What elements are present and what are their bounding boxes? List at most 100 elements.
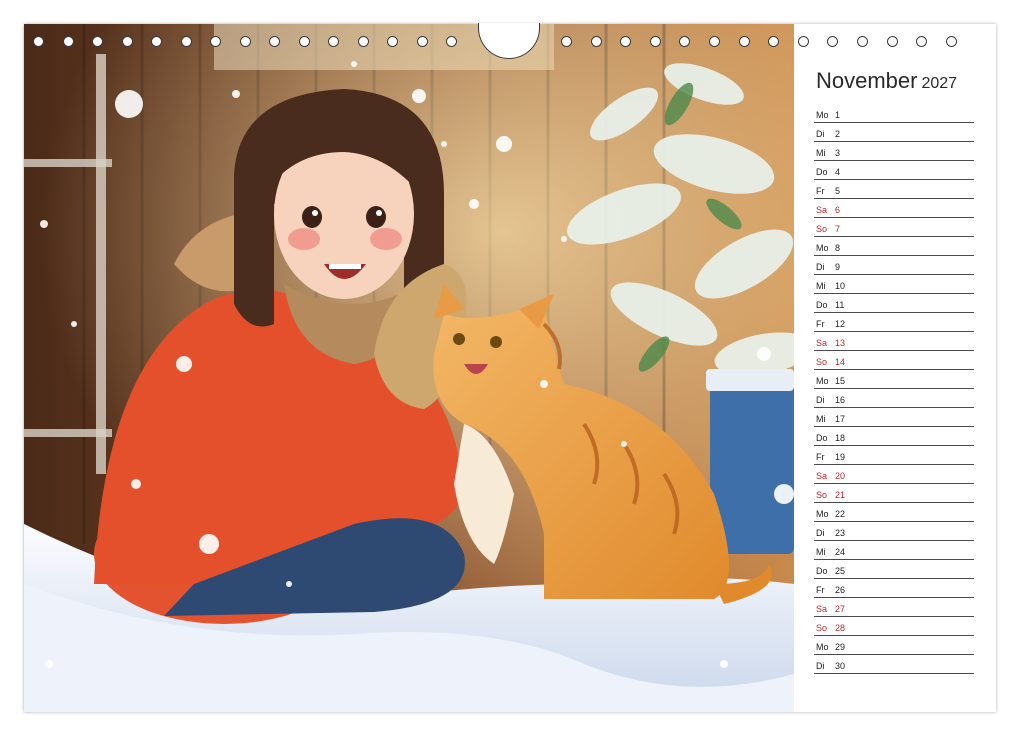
day-row: Mo 29 [814,636,974,655]
binding-hole [298,36,310,47]
day-number: 14 [835,357,846,367]
binding-hole [92,36,103,47]
binding-hole [709,36,720,47]
day-row: Sa 6 [814,199,974,218]
binding-hole [269,36,280,47]
weekday-name: Sa [816,338,828,348]
weekday-name: So [816,357,828,367]
day-number: 3 [835,148,841,158]
binding-hole [446,36,457,47]
day-number: 1 [835,110,841,120]
day-number: 28 [835,623,846,633]
weekday-name: Mo [816,243,829,253]
day-number: 9 [835,262,841,272]
day-row: Do 4 [814,161,974,180]
day-number: 24 [835,547,846,557]
day-row: So 14 [814,351,974,370]
weekday-name: Do [816,300,828,310]
weekday-name: Mi [816,547,826,557]
weekday-name: So [816,490,828,500]
day-number: 18 [835,433,846,443]
binding-hole [33,36,44,47]
binding-hole [679,36,691,47]
girl-with-cat-illustration [24,24,794,712]
day-number: 30 [835,661,846,671]
day-row: Sa 20 [814,465,974,484]
binding-hole [827,36,839,47]
spiral-binding-holes [24,23,996,59]
binding-hole [387,36,398,47]
weekday-name: Do [816,167,828,177]
day-number: 17 [835,414,846,424]
day-row: Mo 15 [814,370,974,389]
binding-hole [151,36,162,47]
weekday-name: Mi [816,414,826,424]
binding-hole [180,36,192,47]
day-number: 16 [835,395,846,405]
day-row: Di 16 [814,389,974,408]
binding-hole [590,36,602,47]
day-row: Sa 27 [814,598,974,617]
day-number: 10 [835,281,846,291]
day-row: Di 9 [814,256,974,275]
binding-hole [62,36,74,47]
binding-hole [649,36,661,47]
day-row: Mi 17 [814,408,974,427]
weekday-name: Sa [816,205,828,215]
day-row: Di 2 [814,123,974,142]
weekday-name: So [816,623,828,633]
day-row: Mo 22 [814,503,974,522]
weekday-name: Di [816,129,825,139]
year-label: 2027 [921,75,958,92]
day-number: 2 [835,129,841,139]
weekday-name: Do [816,433,828,443]
day-list: Mo 1 Di 2 Mi 3 Do 4 Fr 5 Sa 6 So 7 Mo 8 Di 9 Mi 10 Do 11 Fr 12 S… [814,104,974,674]
weekday-name: Fr [816,319,825,329]
weekday-name: Di [816,661,825,671]
calendar-page: November 2027 Mo 1 Di 2 Mi 3 Do 4 Fr 5 Sa 6 So 7 Mo 8 Di 9… [24,23,996,712]
day-row: Di 23 [814,522,974,541]
weekday-name: Do [816,566,828,576]
weekday-name: Di [816,395,825,405]
binding-hole [916,36,928,47]
binding-hole [620,36,632,47]
day-row: Mo 1 [814,104,974,123]
day-row: Di 30 [814,655,974,674]
day-number: 4 [835,167,841,177]
binding-hole [857,36,868,47]
day-number: 21 [835,490,846,500]
day-row: Mo 8 [814,237,974,256]
day-number: 26 [835,585,846,595]
calendar-day-panel: November 2027 Mo 1 Di 2 Mi 3 Do 4 Fr 5 Sa 6 So 7 Mo 8 Di 9… [794,24,996,712]
day-row: Sa 13 [814,332,974,351]
day-number: 23 [835,528,846,538]
day-row: Fr 5 [814,180,974,199]
binding-hole [768,36,780,47]
binding-hole [561,36,572,47]
weekday-name: Fr [816,585,825,595]
calendar-photo [24,24,794,712]
day-number: 5 [835,186,841,196]
binding-hole [328,36,339,47]
day-row: Fr 19 [814,446,974,465]
day-row: Mi 10 [814,275,974,294]
weekday-name: So [816,224,828,234]
day-row: Fr 26 [814,579,974,598]
weekday-name: Sa [816,471,828,481]
binding-hole [886,36,898,47]
hanger-cutout [478,23,540,59]
month-name: November [816,68,918,93]
weekday-name: Sa [816,604,828,614]
day-row: Do 18 [814,427,974,446]
day-number: 27 [835,604,846,614]
day-row: So 28 [814,617,974,636]
day-row: Do 25 [814,560,974,579]
day-row: So 7 [814,218,974,237]
weekday-name: Di [816,262,825,272]
weekday-name: Mo [816,642,829,652]
weekday-name: Fr [816,186,825,196]
day-number: 19 [835,452,846,462]
weekday-name: Mo [816,509,829,519]
binding-hole [945,36,957,47]
day-number: 22 [835,509,846,519]
